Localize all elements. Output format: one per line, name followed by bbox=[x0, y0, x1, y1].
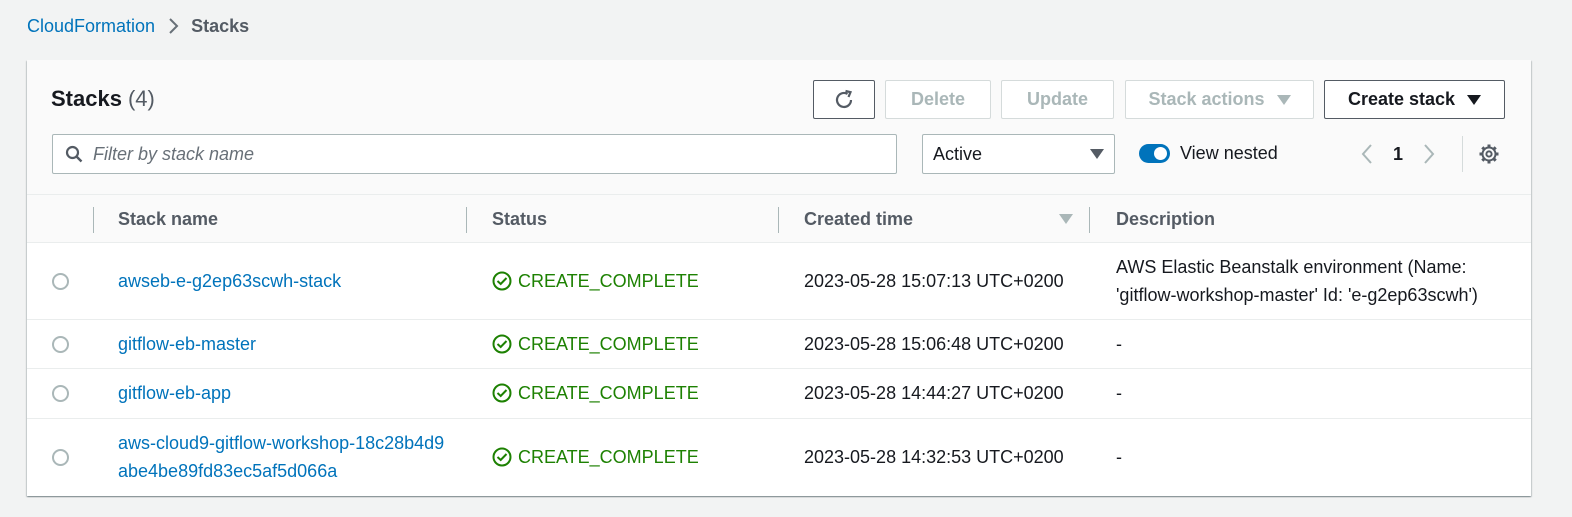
check-circle-icon bbox=[492, 383, 512, 403]
row-select-radio[interactable] bbox=[52, 385, 69, 402]
column-header-stack-name[interactable]: Stack name bbox=[118, 195, 218, 243]
status-text: CREATE_COMPLETE bbox=[518, 447, 699, 467]
check-circle-icon bbox=[492, 334, 512, 354]
caret-down-icon bbox=[1090, 149, 1104, 159]
status-text: CREATE_COMPLETE bbox=[518, 334, 699, 354]
description-cell: - bbox=[1116, 383, 1122, 403]
row-select-radio[interactable] bbox=[52, 449, 69, 466]
refresh-icon bbox=[833, 89, 855, 111]
stack-name-link[interactable]: awseb-e-g2ep63scwh-stack bbox=[118, 267, 341, 295]
table-row[interactable]: aws-cloud9-gitflow-workshop-18c28b4d9abe… bbox=[27, 419, 1531, 496]
status-cell: CREATE_COMPLETE bbox=[492, 330, 699, 358]
view-nested-label: View nested bbox=[1180, 142, 1278, 163]
check-circle-icon bbox=[492, 447, 512, 467]
create-stack-button[interactable]: Create stack bbox=[1324, 80, 1505, 119]
refresh-button[interactable] bbox=[813, 80, 875, 119]
status-filter-select[interactable]: Active bbox=[922, 134, 1115, 174]
created-time-label: Created time bbox=[804, 208, 914, 229]
create-stack-label: Create stack bbox=[1347, 89, 1456, 109]
caret-down-icon bbox=[1276, 94, 1291, 105]
panel-header: Stacks (4) Delete Update Stack actions Cr… bbox=[27, 60, 1531, 194]
description-cell: AWS Elastic Beanstalk environment (Name:… bbox=[1116, 257, 1478, 305]
breadcrumb: CloudFormation Stacks bbox=[27, 14, 249, 38]
description-cell: - bbox=[1116, 334, 1122, 354]
stack-actions-label: Stack actions bbox=[1148, 89, 1265, 109]
created-time-cell: 2023-05-28 14:32:53 UTC+0200 bbox=[804, 447, 1064, 467]
created-time-cell: 2023-05-28 14:44:27 UTC+0200 bbox=[804, 383, 1064, 403]
row-select-radio[interactable] bbox=[52, 273, 69, 290]
status-text: CREATE_COMPLETE bbox=[518, 383, 699, 403]
stack-name-link[interactable]: aws-cloud9-gitflow-workshop-18c28b4d9abe… bbox=[118, 429, 448, 485]
search-input[interactable] bbox=[93, 143, 873, 165]
pagination: 1 bbox=[1361, 140, 1435, 168]
breadcrumb-current: Stacks bbox=[191, 15, 250, 36]
status-cell: CREATE_COMPLETE bbox=[492, 267, 699, 295]
chevron-right-icon[interactable] bbox=[1423, 143, 1435, 165]
toggle-switch[interactable] bbox=[1139, 143, 1170, 163]
search-field[interactable] bbox=[52, 134, 897, 174]
table-row[interactable]: gitflow-eb-app CREATE_COMPLETE 2023-05-2… bbox=[27, 369, 1531, 419]
description-cell: - bbox=[1116, 447, 1122, 467]
stacks-title: Stacks bbox=[51, 86, 122, 111]
update-button[interactable]: Update bbox=[1001, 80, 1114, 119]
stacks-panel: Stacks (4) Delete Update Stack actions Cr… bbox=[27, 60, 1531, 496]
delete-button[interactable]: Delete bbox=[885, 80, 991, 119]
created-time-cell: 2023-05-28 15:06:48 UTC+0200 bbox=[804, 334, 1064, 354]
status-cell: CREATE_COMPLETE bbox=[492, 379, 699, 407]
table-header: Stack name Status Created time Descripti… bbox=[27, 194, 1531, 243]
view-nested-toggle[interactable]: View nested bbox=[1139, 142, 1278, 164]
column-header-status[interactable]: Status bbox=[492, 195, 547, 243]
status-text: CREATE_COMPLETE bbox=[518, 271, 699, 291]
chevron-right-icon bbox=[167, 17, 179, 35]
page-number[interactable]: 1 bbox=[1393, 144, 1403, 165]
stack-name-link[interactable]: gitflow-eb-app bbox=[118, 379, 231, 407]
search-icon bbox=[65, 145, 83, 163]
column-header-description[interactable]: Description bbox=[1116, 195, 1215, 243]
divider bbox=[1462, 136, 1463, 172]
gear-icon[interactable] bbox=[1478, 143, 1500, 165]
breadcrumb-cloudformation-link[interactable]: CloudFormation bbox=[27, 16, 155, 37]
stacks-count: (4) bbox=[127, 86, 155, 111]
page-title: Stacks (4) bbox=[51, 86, 155, 112]
row-select-radio[interactable] bbox=[52, 336, 69, 353]
sort-descending-icon[interactable] bbox=[1059, 214, 1073, 224]
stack-actions-button[interactable]: Stack actions bbox=[1125, 80, 1314, 119]
status-cell: CREATE_COMPLETE bbox=[492, 443, 699, 471]
column-header-created-time[interactable]: Created time bbox=[804, 195, 913, 243]
table-row[interactable]: awseb-e-g2ep63scwh-stack CREATE_COMPLETE… bbox=[27, 243, 1531, 320]
created-time-cell: 2023-05-28 15:07:13 UTC+0200 bbox=[804, 271, 1064, 291]
stack-name-link[interactable]: gitflow-eb-master bbox=[118, 330, 256, 358]
status-filter-value: Active bbox=[933, 143, 983, 164]
caret-down-icon bbox=[1467, 94, 1482, 105]
table-row[interactable]: gitflow-eb-master CREATE_COMPLETE 2023-0… bbox=[27, 320, 1531, 369]
chevron-left-icon[interactable] bbox=[1361, 143, 1373, 165]
check-circle-icon bbox=[492, 271, 512, 291]
